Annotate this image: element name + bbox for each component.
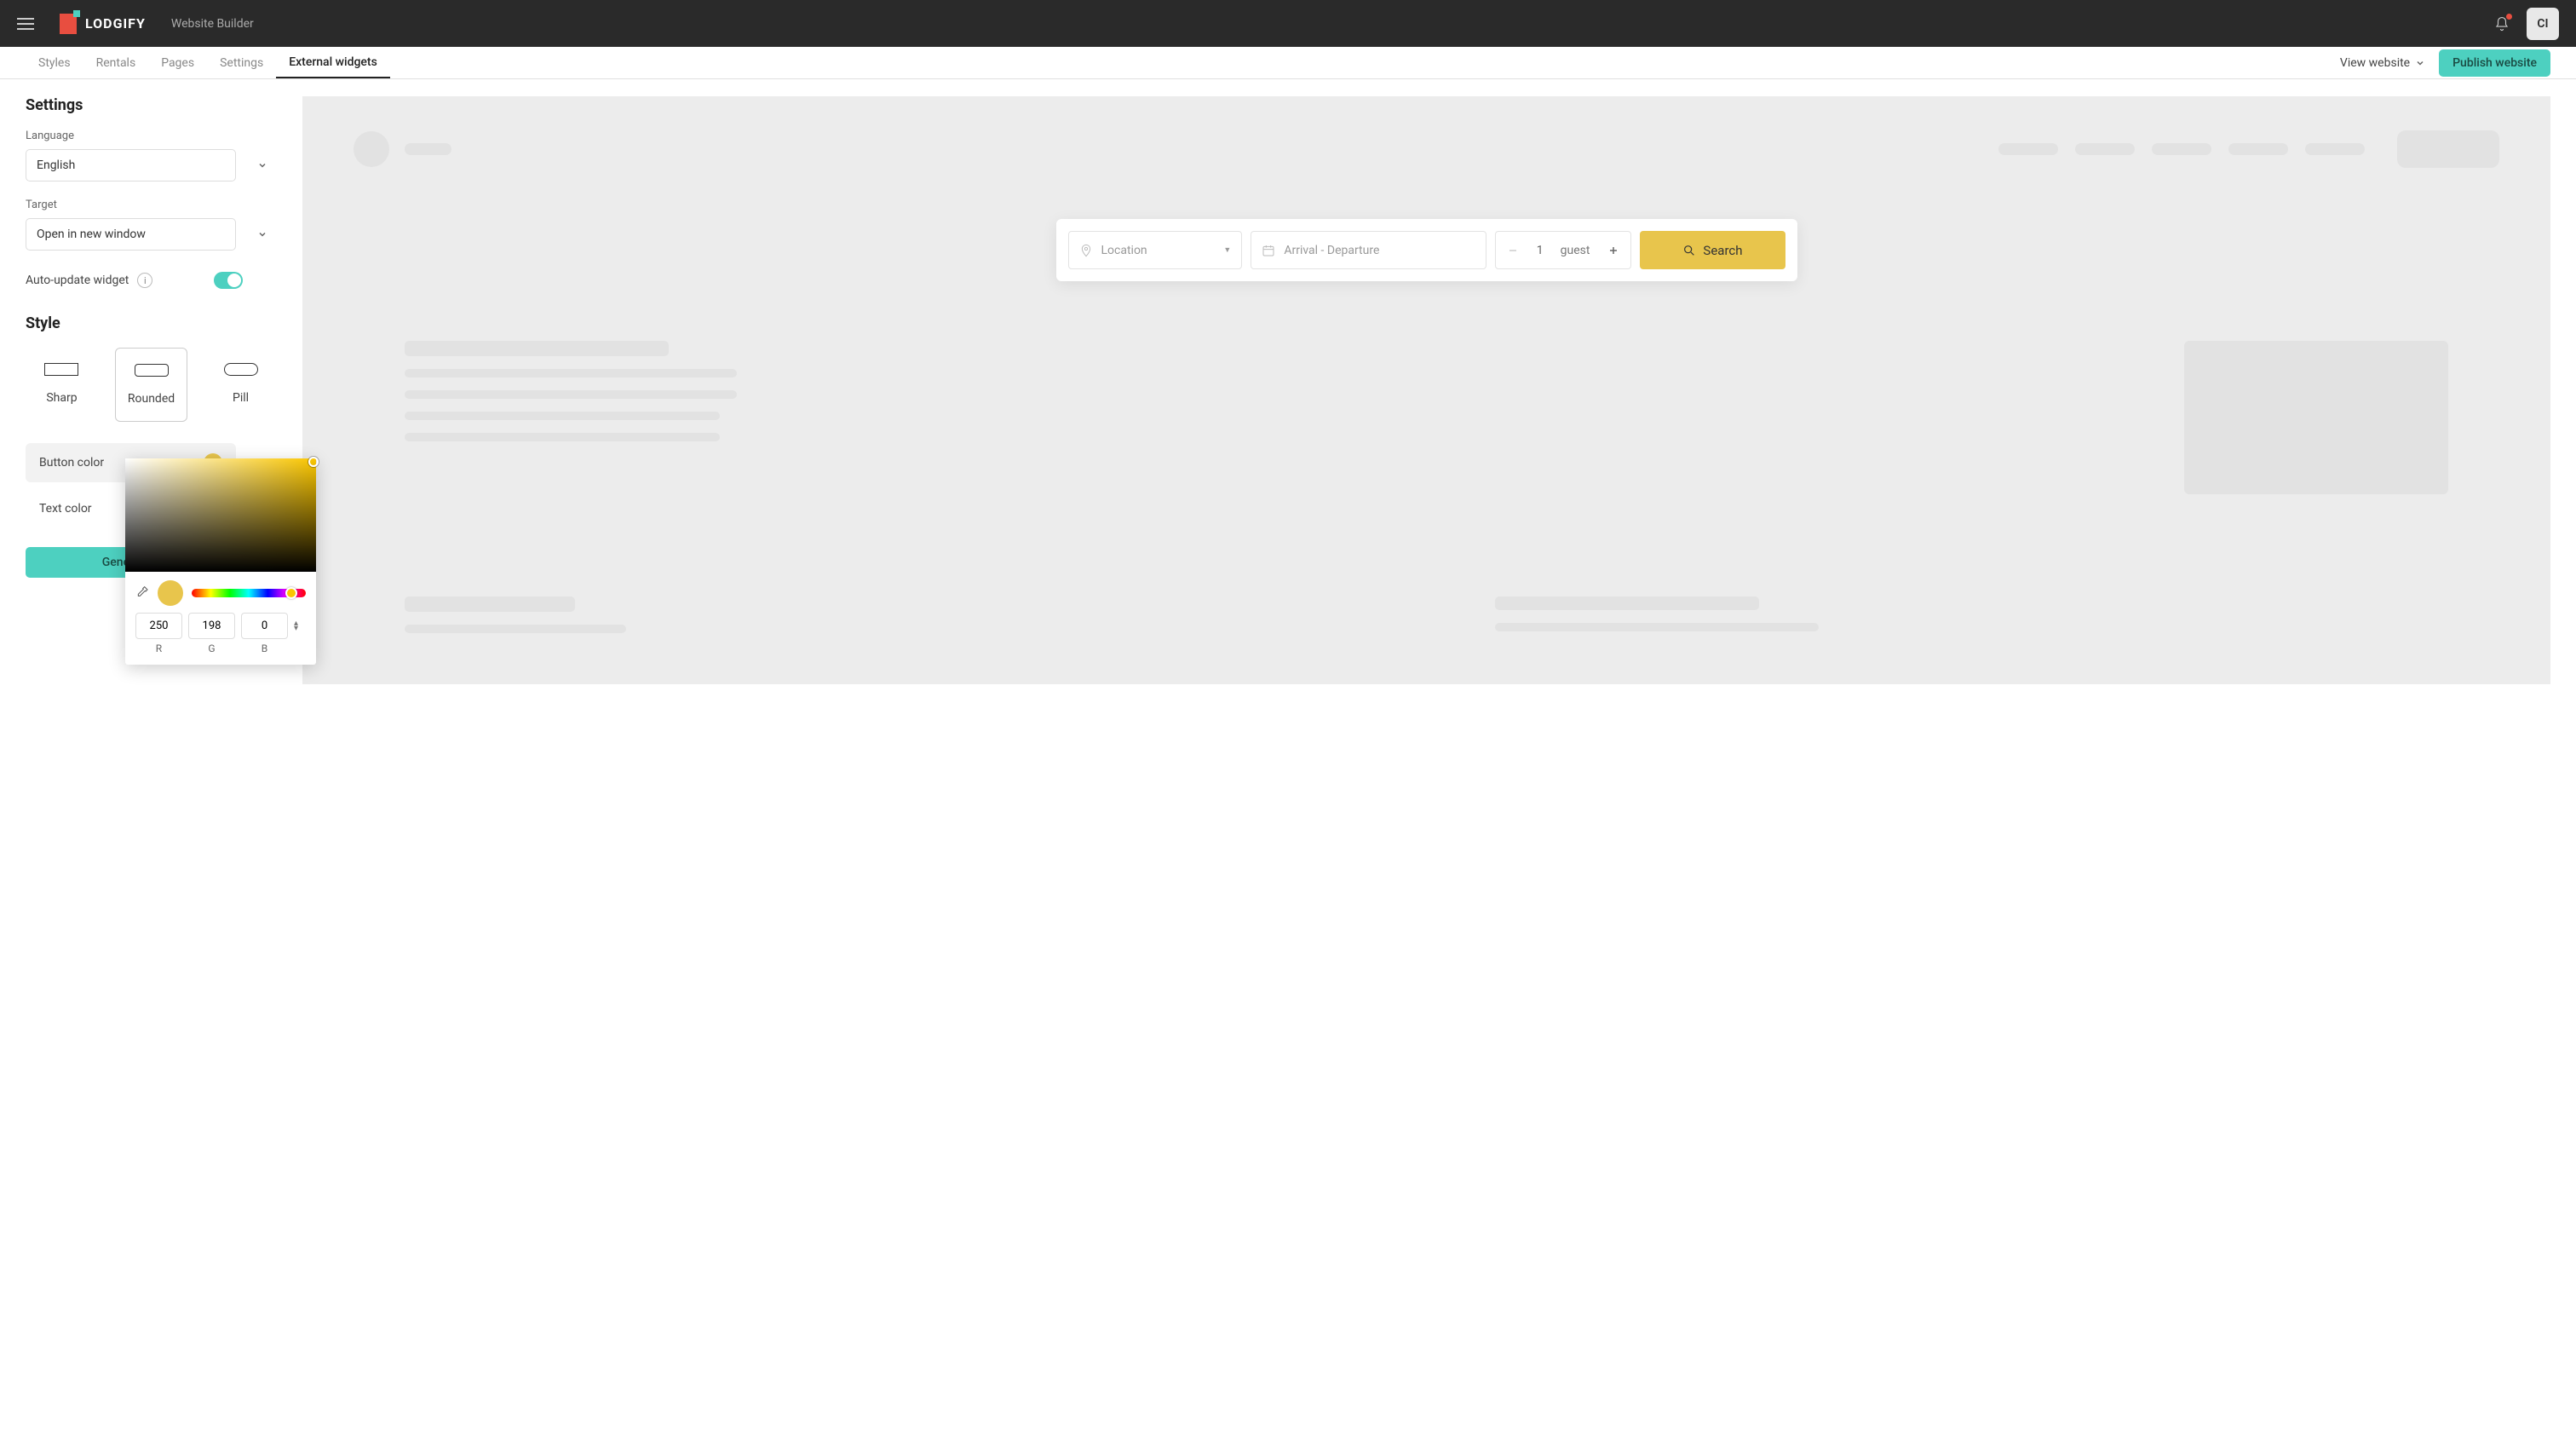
tab-pages[interactable]: Pages bbox=[148, 47, 207, 78]
guest-count: 1 bbox=[1537, 244, 1544, 257]
shape-option-rounded[interactable]: Rounded bbox=[115, 348, 187, 422]
text-color-label: Text color bbox=[39, 502, 92, 516]
shape-option-pill[interactable]: Pill bbox=[204, 348, 277, 422]
search-button[interactable]: Search bbox=[1640, 231, 1785, 269]
search-button-label: Search bbox=[1703, 243, 1742, 258]
shape-option-sharp[interactable]: Sharp bbox=[26, 348, 98, 422]
tab-rentals[interactable]: Rentals bbox=[83, 47, 149, 78]
breadcrumb: Website Builder bbox=[171, 17, 254, 31]
dates-field[interactable]: Arrival - Departure bbox=[1251, 231, 1486, 269]
auto-update-toggle[interactable] bbox=[214, 272, 243, 289]
rgb-r-label: R bbox=[135, 642, 182, 654]
logo-text: LODGIFY bbox=[85, 15, 146, 32]
picker-current-swatch bbox=[158, 580, 183, 606]
target-value: Open in new window bbox=[37, 228, 146, 241]
menu-toggle-icon[interactable] bbox=[17, 18, 34, 30]
view-website-link[interactable]: View website bbox=[2340, 56, 2425, 70]
rgb-g-label: G bbox=[188, 642, 235, 654]
language-value: English bbox=[37, 158, 75, 172]
tab-settings[interactable]: Settings bbox=[207, 47, 276, 78]
app-header: LODGIFY Website Builder CI bbox=[0, 0, 2576, 47]
location-pin-icon bbox=[1079, 244, 1093, 257]
chevron-down-icon: ▼ bbox=[1223, 245, 1231, 255]
notifications-icon[interactable] bbox=[2494, 16, 2510, 32]
widget-preview: Location ▼ Arrival - Departure 1 guest S… bbox=[302, 79, 2576, 710]
eyedropper-icon[interactable] bbox=[135, 586, 149, 600]
search-widget: Location ▼ Arrival - Departure 1 guest S… bbox=[1056, 219, 1797, 281]
skeleton-header bbox=[354, 130, 2499, 168]
button-color-label: Button color bbox=[39, 456, 104, 470]
chevron-down-icon bbox=[258, 161, 267, 170]
tab-external-widgets[interactable]: External widgets bbox=[276, 47, 390, 78]
rgb-b-input[interactable] bbox=[241, 613, 288, 639]
publish-button[interactable]: Publish website bbox=[2439, 49, 2550, 77]
logo-mark-icon bbox=[60, 14, 77, 34]
auto-update-label: Auto-update widget bbox=[26, 274, 129, 287]
color-sv-panel[interactable] bbox=[125, 458, 316, 572]
settings-sidebar: Settings Language English Target Open in… bbox=[0, 79, 302, 710]
target-select[interactable]: Open in new window bbox=[26, 218, 236, 251]
chevron-down-icon bbox=[2415, 58, 2425, 68]
settings-title: Settings bbox=[26, 96, 277, 114]
hue-handle[interactable] bbox=[285, 587, 297, 599]
skeleton-body bbox=[354, 341, 2499, 494]
shape-pill-label: Pill bbox=[204, 391, 277, 405]
location-placeholder: Location bbox=[1101, 244, 1147, 257]
rgb-r-input[interactable] bbox=[135, 613, 182, 639]
tab-styles[interactable]: Styles bbox=[26, 47, 83, 78]
rgb-b-label: B bbox=[241, 642, 288, 654]
calendar-icon bbox=[1262, 244, 1275, 257]
chevron-down-icon bbox=[258, 230, 267, 239]
tab-bar: Styles Rentals Pages Settings External w… bbox=[0, 47, 2576, 79]
dates-placeholder: Arrival - Departure bbox=[1284, 244, 1379, 257]
guest-decrease-button[interactable] bbox=[1506, 244, 1520, 257]
avatar[interactable]: CI bbox=[2527, 8, 2559, 40]
guest-label: guest bbox=[1561, 244, 1590, 257]
rgb-g-input[interactable] bbox=[188, 613, 235, 639]
skeleton-footer bbox=[354, 596, 2499, 646]
guest-increase-button[interactable] bbox=[1607, 244, 1620, 257]
color-picker: ▴▾ R G B bbox=[125, 458, 316, 665]
search-icon bbox=[1682, 244, 1696, 257]
shape-sharp-label: Sharp bbox=[26, 391, 98, 405]
language-label: Language bbox=[26, 130, 277, 142]
info-icon[interactable]: i bbox=[137, 273, 152, 288]
guests-field[interactable]: 1 guest bbox=[1495, 231, 1632, 269]
target-label: Target bbox=[26, 199, 277, 211]
notification-badge bbox=[2506, 14, 2512, 20]
shape-pill-icon bbox=[224, 363, 258, 376]
style-title: Style bbox=[26, 314, 277, 332]
shape-rounded-icon bbox=[135, 364, 169, 377]
location-field[interactable]: Location ▼ bbox=[1068, 231, 1243, 269]
language-select[interactable]: English bbox=[26, 149, 236, 182]
hue-slider[interactable] bbox=[192, 589, 306, 597]
logo[interactable]: LODGIFY bbox=[60, 14, 146, 34]
shape-rounded-label: Rounded bbox=[116, 392, 187, 406]
sv-handle[interactable] bbox=[308, 457, 319, 467]
color-mode-toggle[interactable]: ▴▾ bbox=[294, 621, 306, 631]
shape-sharp-icon bbox=[44, 363, 78, 376]
view-website-label: View website bbox=[2340, 56, 2410, 70]
